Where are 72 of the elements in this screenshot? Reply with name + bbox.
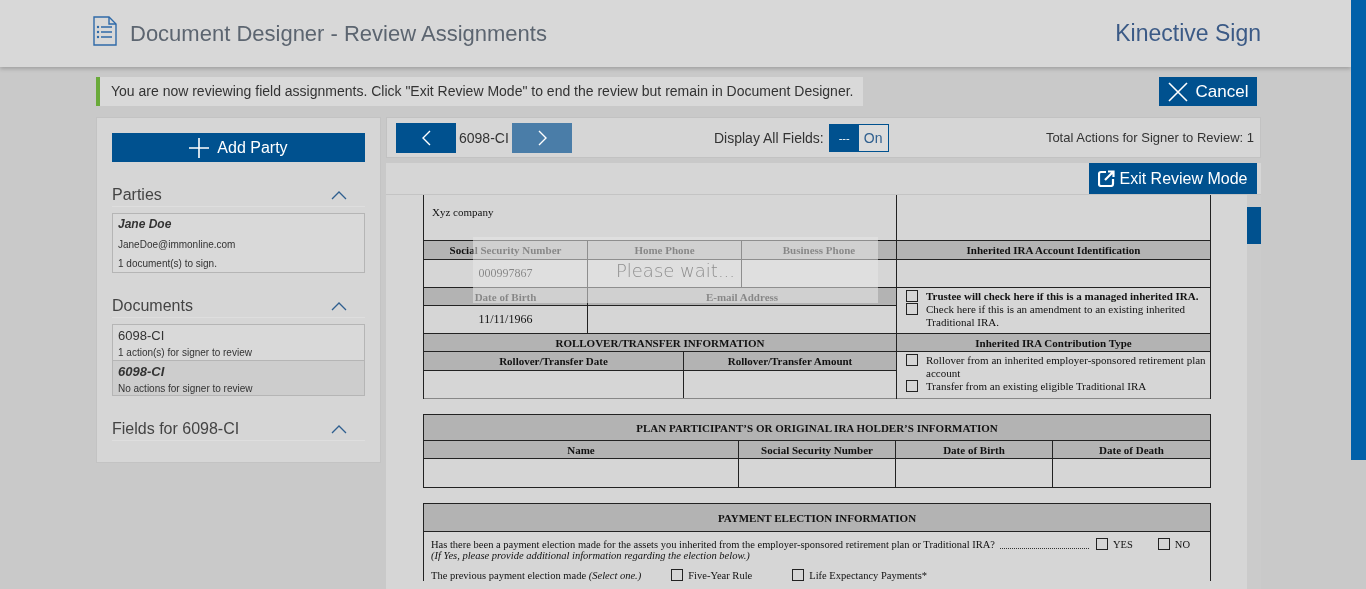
document-name: 6098-CI (118, 364, 166, 379)
checkbox-label: Check here if this is an amendment to an existing inherited Traditional IRA. (926, 303, 1187, 329)
scrollbar-thumb[interactable] (1247, 207, 1261, 244)
party-detail: 1 document(s) to sign. (118, 257, 218, 271)
collapse-chevron-icon[interactable] (331, 301, 347, 311)
ssn-value: 000997867 (424, 260, 588, 287)
checkbox[interactable] (906, 303, 918, 315)
display-all-fields-label: Display All Fields: (714, 129, 824, 146)
section-header: PAYMENT ELECTION INFORMATION (716, 510, 918, 526)
collapse-chevron-icon[interactable] (331, 424, 347, 434)
document-detail: 1 action(s) for signer to review (118, 346, 253, 360)
previous-election-label: The previous payment election made (Select one.) (431, 569, 642, 581)
document-label: 6098-CI (459, 129, 509, 146)
checkbox-label: Trustee will check here if this is a managed inherited IRA. (926, 290, 1200, 303)
checkbox[interactable] (1096, 538, 1108, 550)
page-title: Document Designer - Review Assignments (130, 20, 547, 47)
plus-icon (189, 137, 210, 158)
checkbox-label: Transfer from an existing eligible Traditional IRA (926, 380, 1148, 393)
checkbox-label: Life Expectancy Payments* (809, 569, 927, 581)
brand-name: Kinective Sign (1115, 20, 1261, 47)
document-list-icon (93, 15, 117, 46)
checkbox[interactable] (906, 354, 918, 366)
checkbox[interactable] (906, 290, 918, 302)
column-header: Home Phone (588, 241, 742, 259)
checkbox-label: Five-Year Rule (688, 569, 753, 581)
column-header: Date of Death (1098, 442, 1165, 458)
total-actions-text: Total Actions for Signer to Review: 1 (1045, 130, 1254, 145)
date-of-birth-value: 11/11/1966 (424, 306, 588, 333)
checkbox-label: YES (1113, 538, 1133, 550)
chevron-right-icon (537, 129, 547, 146)
page-scrollbar-thumb[interactable] (1351, 0, 1366, 460)
scrollbar-track[interactable] (1247, 195, 1261, 589)
party-email: JaneDoe@immonline.com (118, 238, 237, 252)
section-title: Fields for 6098-CI (112, 420, 240, 438)
checkbox[interactable] (906, 380, 918, 392)
party-name: Jane Doe (118, 217, 173, 233)
previous-button[interactable] (396, 122, 456, 153)
display-fields-toggle[interactable]: --- On (828, 123, 889, 152)
section-header: Inherited IRA Contribution Type (974, 335, 1133, 351)
section-header: Inherited IRA Account Identification (965, 243, 1142, 258)
payment-question: Has there been a payment election made for the assets you inherited from the employer-sponsored retirement plan or Traditional IRA? (431, 538, 995, 550)
document-detail: No actions for signer to review (118, 382, 254, 396)
checkbox[interactable] (671, 569, 684, 581)
section-title: Parties (112, 186, 162, 204)
column-header: Name (424, 441, 739, 458)
close-icon (1167, 81, 1188, 102)
column-header: Rollover/Transfer Date (424, 352, 684, 370)
checkbox-label: NO (1174, 538, 1190, 550)
checkbox-label: Rollover from an inherited employer-sponsored retirement plan account (926, 354, 1207, 380)
external-link-icon (1098, 170, 1116, 187)
column-header: Business Phone (781, 243, 857, 258)
document-item[interactable]: 6098-CI No actions for signer to review (113, 360, 364, 395)
add-party-button[interactable]: Add Party (112, 133, 365, 162)
section-title: Documents (112, 297, 193, 315)
chevron-left-icon (421, 129, 431, 146)
exit-review-button[interactable]: Exit Review Mode (1089, 163, 1257, 194)
review-notice: You are now reviewing field assignments. Click "Exit Review Mode" to end the review but remain in Document Designer. (96, 77, 864, 106)
checkbox[interactable] (1157, 538, 1170, 550)
column-header: Social Security Number (424, 241, 588, 259)
collapse-chevron-icon[interactable] (331, 190, 347, 200)
column-header: Rollover/Transfer Amount (726, 354, 854, 369)
document-name: 6098-CI (118, 328, 166, 343)
column-header: E-mail Address (704, 289, 780, 305)
section-header: PLAN PARTICIPANT’S OR ORIGINAL IRA HOLDER’S INFORMATION (635, 420, 999, 436)
column-header: Date of Birth (424, 288, 588, 305)
payment-note: (If Yes, please provide additional information regarding the election below.) (431, 550, 751, 561)
column-header: Social Security Number (739, 441, 896, 458)
checkbox[interactable] (792, 569, 805, 581)
cancel-button[interactable]: Cancel (1159, 77, 1257, 106)
column-header: Date of Birth (896, 441, 1053, 458)
section-header: ROLLOVER/TRANSFER INFORMATION (554, 335, 766, 351)
company-cell-text: Xyz company (431, 205, 495, 220)
